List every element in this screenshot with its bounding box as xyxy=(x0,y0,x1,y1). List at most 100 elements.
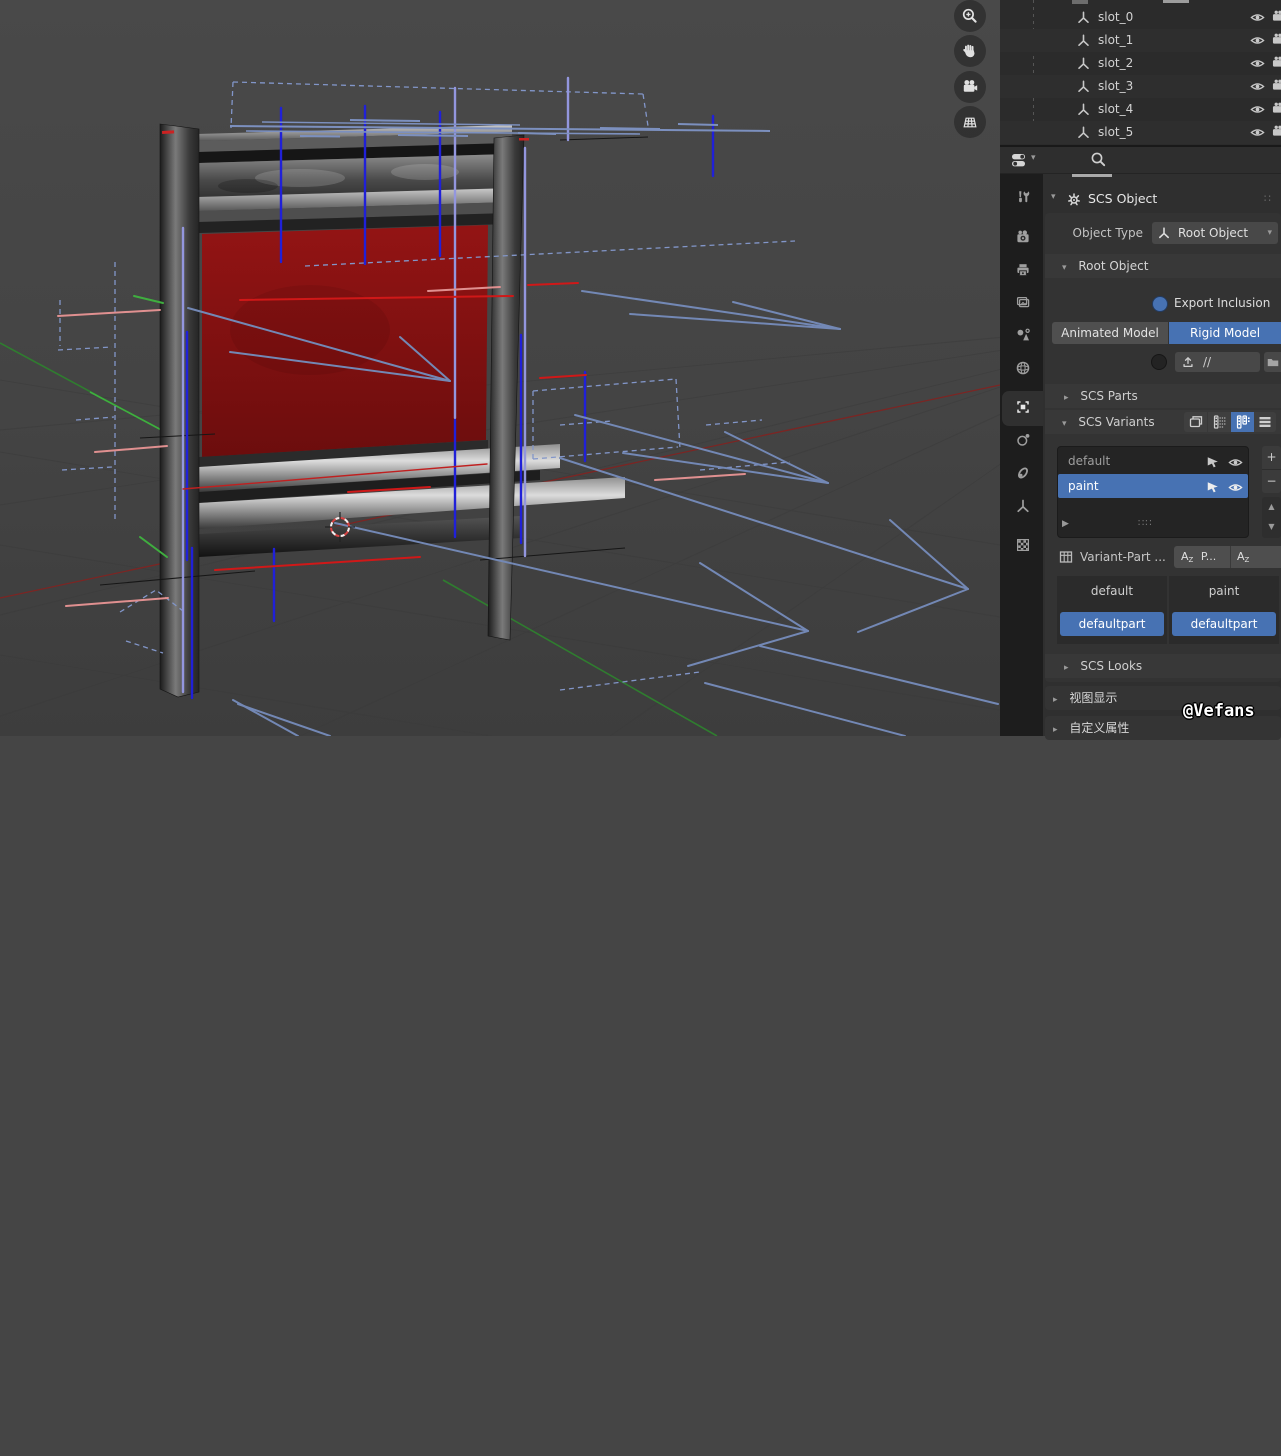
variant-list-move: ▲ ▼ xyxy=(1262,497,1281,538)
eye-icon[interactable] xyxy=(1250,10,1265,25)
sort-variants-button[interactable]: AZ Vari... xyxy=(1231,546,1281,568)
pan-hand-icon xyxy=(961,42,979,60)
grid-gizmo-button[interactable] xyxy=(954,106,986,138)
animated-model-button[interactable]: Animated Model xyxy=(1052,322,1168,344)
camera-icon[interactable] xyxy=(1272,32,1281,47)
outliner-row[interactable]: slot_4 xyxy=(1000,98,1281,121)
grid-perspective-icon xyxy=(961,113,979,131)
subpanel-title: SCS Looks xyxy=(1080,659,1142,673)
outliner-item-label[interactable]: slot_1 xyxy=(1098,29,1133,52)
subpanel-title: Root Object xyxy=(1078,259,1148,273)
object-type-dropdown[interactable]: Root Object ▾ xyxy=(1152,222,1278,244)
tab-texture[interactable] xyxy=(1003,532,1043,562)
variant-name[interactable]: default xyxy=(1068,454,1110,468)
viewport-3d[interactable] xyxy=(0,0,1000,736)
chevron-down-icon[interactable]: ▾ xyxy=(1031,153,1036,163)
outliner-row[interactable]: slot_0 xyxy=(1000,6,1281,29)
part-toggle-button[interactable]: defaultpart xyxy=(1172,612,1276,636)
tab-scene[interactable] xyxy=(1003,322,1043,352)
rows-view-icon xyxy=(1257,414,1273,430)
panel-title: 视图显示 xyxy=(1069,691,1117,705)
rigid-model-button[interactable]: Rigid Model xyxy=(1169,322,1281,344)
move-up-button[interactable]: ▲ xyxy=(1262,497,1281,517)
outliner-item-label[interactable]: slot_5 xyxy=(1098,121,1133,144)
constraints-icon xyxy=(1015,465,1031,481)
empty-axes-icon xyxy=(1076,79,1091,94)
chevron-down-icon: ▾ xyxy=(1062,419,1067,429)
search-icon[interactable] xyxy=(1090,151,1107,168)
export-path-field[interactable]: // xyxy=(1175,352,1260,372)
eye-icon[interactable] xyxy=(1250,102,1265,117)
chevron-down-icon[interactable]: ▾ xyxy=(1051,192,1056,202)
assign-cursor-icon[interactable] xyxy=(1206,455,1220,469)
outliner-row[interactable]: slot_1 xyxy=(1000,29,1281,52)
file-browse-icon xyxy=(1266,355,1280,369)
camera-icon[interactable] xyxy=(1272,55,1281,70)
clipped-field-sliver xyxy=(1072,174,1112,177)
properties-editor-icon[interactable] xyxy=(1010,151,1028,169)
panel-title[interactable]: SCS Object xyxy=(1088,186,1157,212)
tab-constraints[interactable] xyxy=(1003,460,1043,490)
eye-icon[interactable] xyxy=(1250,33,1265,48)
part-toggle-button[interactable]: defaultpart xyxy=(1060,612,1164,636)
camera-icon[interactable] xyxy=(1272,9,1281,24)
tab-output[interactable] xyxy=(1003,257,1043,287)
eye-icon[interactable] xyxy=(1250,125,1265,140)
panel-grip-icon[interactable]: ∷ xyxy=(1264,186,1271,212)
camera-icon[interactable] xyxy=(1272,124,1281,139)
clipped-outliner-row xyxy=(1163,0,1189,3)
outliner-row[interactable]: slot_2 xyxy=(1000,52,1281,75)
root-object-subpanel-header[interactable]: ▾ Root Object xyxy=(1045,254,1281,278)
object-data-icon xyxy=(1015,498,1031,514)
eye-icon[interactable] xyxy=(1228,480,1243,495)
output-icon xyxy=(1015,262,1031,278)
add-variant-button[interactable]: + xyxy=(1262,446,1281,470)
pan-gizmo-button[interactable] xyxy=(954,35,986,67)
variants-view-windows-button[interactable] xyxy=(1184,412,1207,432)
tab-tool[interactable] xyxy=(1003,184,1043,214)
tab-world[interactable] xyxy=(1003,355,1043,385)
zoom-icon xyxy=(961,7,979,25)
camera-view-gizmo-button[interactable] xyxy=(954,71,986,103)
variant-name[interactable]: paint xyxy=(1068,479,1099,493)
outliner-item-label[interactable]: slot_3 xyxy=(1098,75,1133,98)
file-browse-button[interactable] xyxy=(1264,352,1281,372)
outliner-rows: slot_0 slot_1 slot_2 slot_3 slot_4 slot_… xyxy=(1000,6,1281,145)
outliner-item-label[interactable]: slot_0 xyxy=(1098,6,1133,29)
zoom-gizmo-button[interactable] xyxy=(954,0,986,32)
camera-icon[interactable] xyxy=(1272,78,1281,93)
outliner-row[interactable]: slot_5 xyxy=(1000,121,1281,144)
export-inclusion-checkbox[interactable] xyxy=(1152,296,1168,312)
chevron-right-icon: ▸ xyxy=(1053,695,1058,705)
empty-axes-icon xyxy=(1157,226,1171,240)
table-grid-icon xyxy=(1058,549,1074,565)
remove-variant-button[interactable]: − xyxy=(1262,470,1281,493)
outliner-row[interactable]: slot_3 xyxy=(1000,75,1281,98)
tab-view-layer[interactable] xyxy=(1003,290,1043,320)
eye-icon[interactable] xyxy=(1250,79,1265,94)
outliner-item-label[interactable]: slot_2 xyxy=(1098,52,1133,75)
variants-view-list-detail-button[interactable] xyxy=(1208,412,1231,432)
outliner-item-label[interactable]: slot_4 xyxy=(1098,98,1133,121)
scs-parts-subpanel-header[interactable]: ▸ SCS Parts xyxy=(1045,384,1281,408)
list-detail-view-icon xyxy=(1212,414,1228,430)
sort-parts-button[interactable]: AZ P... xyxy=(1174,546,1231,568)
export-path-toggle[interactable] xyxy=(1151,354,1167,370)
assign-cursor-icon[interactable] xyxy=(1206,480,1220,494)
eye-icon[interactable] xyxy=(1228,455,1243,470)
column-header: default xyxy=(1057,576,1167,606)
tab-physics[interactable] xyxy=(1003,427,1043,457)
scs-looks-subpanel-header[interactable]: ▸ SCS Looks xyxy=(1045,654,1281,678)
move-down-button[interactable]: ▼ xyxy=(1262,517,1281,537)
tab-object-data[interactable] xyxy=(1003,493,1043,523)
variants-view-grid-detail-button[interactable] xyxy=(1231,412,1254,432)
list-grip-icon[interactable]: ∷∷ xyxy=(1138,518,1153,529)
variant-part-label: Variant-Part ... xyxy=(1080,546,1166,568)
tab-render[interactable] xyxy=(1003,224,1043,254)
eye-icon[interactable] xyxy=(1250,56,1265,71)
tab-object[interactable] xyxy=(1003,394,1043,424)
camera-icon[interactable] xyxy=(1272,101,1281,116)
variants-view-rows-button[interactable] xyxy=(1254,412,1276,432)
list-expand-icon[interactable]: ▶ xyxy=(1062,519,1069,529)
export-path-value: // xyxy=(1203,352,1211,372)
